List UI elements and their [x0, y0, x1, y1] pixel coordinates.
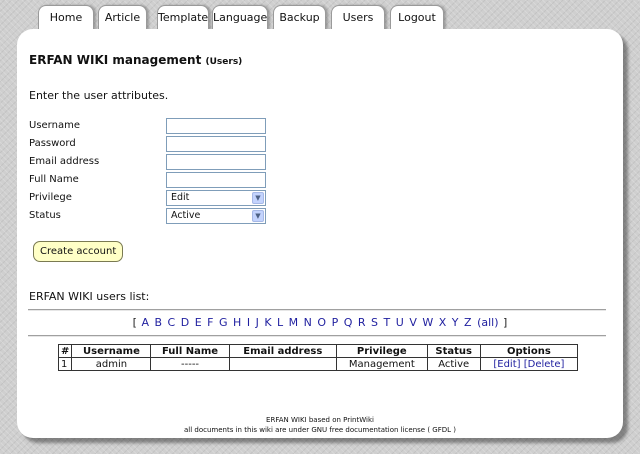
table-header-row: # Username Full Name Email address Privi… — [57, 344, 579, 358]
email-label: Email address — [29, 156, 100, 167]
letter-link-r[interactable]: R — [358, 316, 366, 329]
letter-link-y[interactable]: Y — [452, 316, 459, 329]
letter-link-k[interactable]: K — [264, 316, 271, 329]
tab-template[interactable]: Template — [157, 5, 209, 30]
col-header-number: # — [57, 344, 73, 358]
divider-top — [28, 309, 606, 311]
letter-link-b[interactable]: B — [155, 316, 163, 329]
status-label: Status — [29, 210, 61, 221]
tab-logout[interactable]: Logout — [390, 5, 444, 30]
delete-user-link[interactable]: [Delete] — [524, 359, 565, 370]
cell-privilege: Management — [336, 357, 428, 371]
alphabet-close-bracket: ] — [503, 316, 508, 329]
col-header-email: Email address — [228, 344, 338, 358]
divider-bottom — [28, 335, 606, 337]
users-list-title: ERFAN WIKI users list: — [29, 290, 150, 303]
footer-license: all documents in this wiki are under GNU… — [184, 426, 456, 434]
letter-link-n[interactable]: N — [304, 316, 312, 329]
cell-email — [228, 357, 338, 371]
create-account-button[interactable]: Create account — [33, 241, 124, 262]
fullname-field[interactable] — [166, 172, 266, 188]
alphabet-open-bracket: [ — [132, 316, 137, 329]
letter-link-q[interactable]: Q — [344, 316, 353, 329]
letter-link-s[interactable]: S — [371, 316, 378, 329]
letter-link-c[interactable]: C — [168, 316, 176, 329]
table-row: 1 admin ----- Management Active [Edit] [… — [57, 357, 579, 371]
page-title: ERFAN WIKI management (Users) — [29, 53, 242, 67]
letter-link-o[interactable]: O — [317, 316, 326, 329]
letter-link-t[interactable]: T — [384, 316, 391, 329]
letter-link-e[interactable]: E — [195, 316, 202, 329]
chevron-down-icon[interactable]: ▼ — [252, 210, 264, 222]
footer-credit: ERFAN WIKI based on PrintWiki — [266, 416, 374, 424]
alphabet-filter: [ A B C D E F G H I J K L M N O P Q R S … — [17, 316, 623, 329]
password-label: Password — [29, 138, 76, 149]
letter-link-all[interactable]: (all) — [477, 316, 498, 329]
letter-link-v[interactable]: V — [409, 316, 417, 329]
privilege-select-value: Edit — [171, 192, 190, 203]
email-field[interactable] — [166, 154, 266, 170]
cell-username: admin — [71, 357, 152, 371]
letter-link-g[interactable]: G — [219, 316, 228, 329]
tab-backup[interactable]: Backup — [273, 5, 326, 30]
cell-status: Active — [426, 357, 481, 371]
letter-link-f[interactable]: F — [207, 316, 213, 329]
letter-link-l[interactable]: L — [277, 316, 283, 329]
page-title-suffix: (Users) — [205, 57, 243, 67]
main-panel: ERFAN WIKI management (Users) Enter the … — [17, 29, 623, 438]
letter-link-p[interactable]: P — [332, 316, 339, 329]
fullname-label: Full Name — [29, 174, 79, 185]
letter-link-h[interactable]: H — [233, 316, 241, 329]
status-select[interactable]: Active ▼ — [166, 208, 266, 224]
cell-full-name: ----- — [150, 357, 230, 371]
col-header-privilege: Privilege — [336, 344, 428, 358]
status-select-value: Active — [171, 210, 201, 221]
users-table: # Username Full Name Email address Privi… — [57, 344, 579, 371]
col-header-options: Options — [479, 344, 579, 358]
letter-link-i[interactable]: I — [247, 316, 250, 329]
form-intro: Enter the user attributes. — [29, 89, 169, 102]
col-header-status: Status — [426, 344, 481, 358]
cell-number: 1 — [57, 357, 73, 371]
privilege-select[interactable]: Edit ▼ — [166, 190, 266, 206]
tab-home[interactable]: Home — [38, 5, 94, 30]
col-header-full-name: Full Name — [150, 344, 230, 358]
col-header-username: Username — [71, 344, 152, 358]
page-title-text: ERFAN WIKI management — [29, 53, 202, 67]
letter-link-w[interactable]: W — [422, 316, 433, 329]
letter-link-a[interactable]: A — [141, 316, 149, 329]
tab-language[interactable]: Language — [212, 5, 268, 30]
tab-users[interactable]: Users — [331, 5, 385, 30]
password-field[interactable] — [166, 136, 266, 152]
letter-link-z[interactable]: Z — [464, 316, 472, 329]
edit-user-link[interactable]: [Edit] — [493, 359, 520, 370]
letter-link-u[interactable]: U — [396, 316, 404, 329]
letter-link-x[interactable]: X — [439, 316, 447, 329]
letter-link-m[interactable]: M — [289, 316, 299, 329]
username-field[interactable] — [166, 118, 266, 134]
cell-options: [Edit] [Delete] — [479, 357, 579, 371]
letter-link-j[interactable]: J — [256, 316, 259, 329]
chevron-down-icon[interactable]: ▼ — [252, 192, 264, 204]
letter-link-d[interactable]: D — [181, 316, 189, 329]
username-label: Username — [29, 120, 80, 131]
privilege-label: Privilege — [29, 192, 72, 203]
tab-article[interactable]: Article — [98, 5, 147, 30]
